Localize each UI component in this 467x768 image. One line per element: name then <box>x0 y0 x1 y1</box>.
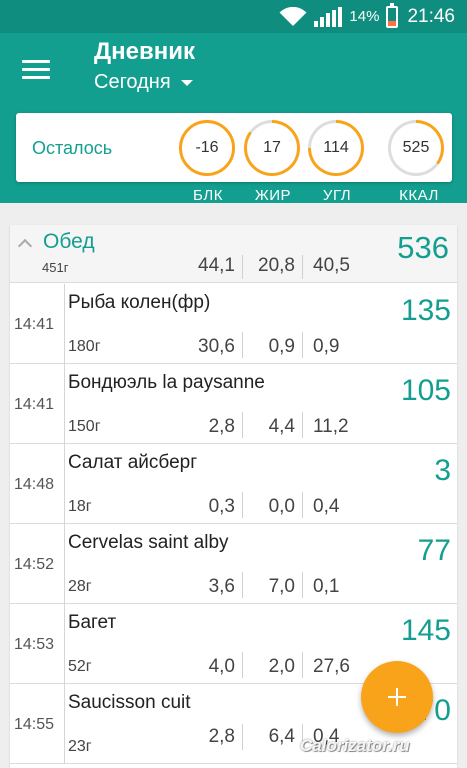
protein-label: БЛК <box>193 187 223 204</box>
remaining-summary-card: Осталось -16 17 114 525 <box>16 113 452 182</box>
entry-name: Салат айсберг <box>68 452 198 473</box>
battery-icon <box>386 2 399 28</box>
divider <box>64 364 65 444</box>
carbs-ring: 114 <box>308 120 364 176</box>
divider <box>302 255 303 279</box>
entry-time: 14:41 <box>14 396 55 413</box>
entry-weight: 150г <box>68 418 101 435</box>
divider <box>302 492 303 518</box>
divider <box>242 412 243 438</box>
divider <box>242 724 243 750</box>
entry-time: 14:52 <box>14 556 55 573</box>
entry-protein: 2,8 <box>208 726 235 747</box>
entry-kcal: 105 <box>400 374 451 407</box>
entry-weight: 180г <box>68 338 101 355</box>
carbs-label: УГЛ <box>322 187 352 204</box>
carbs-remaining: 114 <box>323 139 349 156</box>
dropdown-arrow-icon <box>180 79 193 86</box>
remaining-label: Осталось <box>32 138 113 158</box>
divider <box>242 572 243 598</box>
add-entry-button[interactable] <box>361 661 433 733</box>
entry-name: Бондюэль la paysanne <box>68 372 265 393</box>
entry-weight: 52г <box>68 658 92 675</box>
kcal-remaining: 525 <box>402 139 430 156</box>
entry-name: Рыба колен(фр) <box>68 292 211 313</box>
signal-icon <box>314 6 343 27</box>
entry-fat: 0,9 <box>268 336 295 357</box>
entry-weight: 23г <box>68 738 92 755</box>
entry-kcal: 145 <box>400 614 451 647</box>
divider <box>242 332 243 358</box>
entry-time: 14:41 <box>14 316 55 333</box>
meal-weight: 451г <box>42 260 69 275</box>
entry-fat: 7,0 <box>268 576 295 597</box>
entry-carbs: 0,9 <box>313 336 340 357</box>
divider <box>302 412 303 438</box>
app-bar: Дневник Сегодня Осталось -16 17 114 525 … <box>0 33 467 204</box>
entry-fat: 0,0 <box>268 496 295 517</box>
entry-carbs: 11,2 <box>313 416 349 437</box>
entry-name: Багет <box>68 612 117 633</box>
list-item[interactable]: 14:48 Салат айсберг 18г 0,3 0,0 0,4 3 <box>10 444 457 524</box>
fat-label: ЖИР <box>254 187 292 204</box>
entry-protein: 4,0 <box>208 656 235 677</box>
protein-remaining: -16 <box>195 139 219 156</box>
entry-fat: 6,4 <box>268 726 295 747</box>
battery-percent: 14% <box>349 8 380 25</box>
entry-kcal: 3 <box>434 454 451 487</box>
kcal-ring: 525 <box>388 120 444 176</box>
divider <box>242 255 243 279</box>
entry-time: 14:53 <box>14 636 55 653</box>
menu-icon[interactable] <box>22 57 50 81</box>
entry-weight: 28г <box>68 578 92 595</box>
fat-remaining: 17 <box>263 139 281 156</box>
fat-ring: 17 <box>244 120 300 176</box>
divider <box>302 572 303 598</box>
divider <box>64 684 65 764</box>
entry-fat: 4,4 <box>268 416 295 437</box>
entry-kcal: 77 <box>417 534 451 567</box>
list-item[interactable]: 14:52 Cervelas saint alby 28г 3,6 7,0 0,… <box>10 524 457 604</box>
entry-fat: 2,0 <box>268 656 295 677</box>
divider <box>302 652 303 678</box>
meal-kcal: 536 <box>397 230 449 265</box>
entry-carbs: 27,6 <box>313 656 350 677</box>
entry-protein: 2,8 <box>208 416 235 437</box>
divider <box>64 604 65 684</box>
date-label: Сегодня <box>94 71 171 93</box>
divider <box>242 492 243 518</box>
entry-time: 14:48 <box>14 476 55 493</box>
divider <box>64 524 65 604</box>
entry-carbs: 0,1 <box>313 576 340 597</box>
entry-kcal: 135 <box>400 294 451 327</box>
entry-protein: 0,3 <box>208 496 235 517</box>
list-item[interactable]: 14:41 Рыба колен(фр) 180г 30,6 0,9 0,9 1… <box>10 284 457 364</box>
entry-protein: 30,6 <box>198 336 235 357</box>
meal-carbs: 40,5 <box>313 255 350 276</box>
kcal-label: ККАЛ <box>399 187 439 204</box>
meal-fat: 20,8 <box>258 255 295 276</box>
list-item[interactable]: 14:41 Бондюэль la paysanne 150г 2,8 4,4 … <box>10 364 457 444</box>
collapse-chevron-icon[interactable] <box>17 238 33 254</box>
meal-name: Обед <box>43 230 95 253</box>
divider <box>242 652 243 678</box>
entry-name: Saucisson cuit <box>68 692 191 713</box>
date-selector[interactable]: Сегодня <box>94 71 193 94</box>
meal-protein: 44,1 <box>198 255 235 276</box>
protein-ring: -16 <box>179 120 235 176</box>
entry-weight: 18г <box>68 498 92 515</box>
status-bar: 14% 21:46 <box>0 0 467 33</box>
page-title: Дневник <box>94 38 195 65</box>
entry-name: Cervelas saint alby <box>68 532 229 553</box>
divider <box>64 284 65 364</box>
entry-protein: 3,6 <box>208 576 235 597</box>
entry-time: 14:55 <box>14 716 55 733</box>
meal-header[interactable]: Обед 451г 44,1 20,8 40,5 536 <box>10 225 457 283</box>
watermark: Calorizator.ru <box>300 736 410 755</box>
divider <box>302 332 303 358</box>
wifi-icon <box>279 6 307 26</box>
divider <box>64 444 65 524</box>
entry-carbs: 0,4 <box>313 496 340 517</box>
clock: 21:46 <box>407 5 455 27</box>
